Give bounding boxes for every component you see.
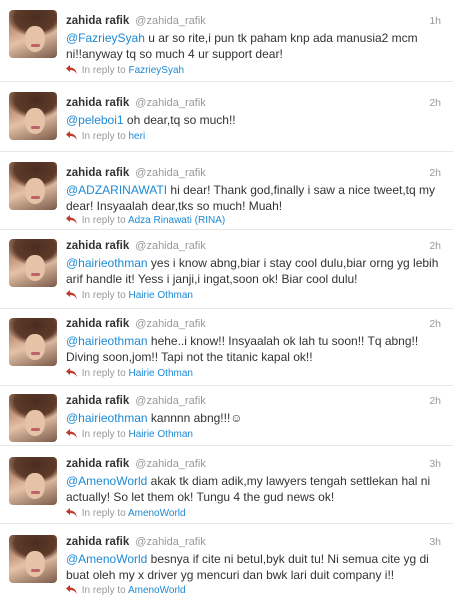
tweet-text: @AmenoWorld besnya if cite ni betul,byk … bbox=[66, 551, 439, 583]
tweet-mention[interactable]: @hairieothman bbox=[66, 411, 148, 425]
reply-arrow-icon bbox=[66, 65, 77, 74]
tweet-header: zahida rafik @zahida_rafik 2h bbox=[66, 317, 443, 333]
in-reply-to-prefix: In reply to bbox=[81, 508, 126, 519]
tweet-author-name[interactable]: zahida rafik bbox=[66, 458, 129, 470]
tweet-text: @hairieothman kannnn abng!!!☺ bbox=[66, 410, 439, 426]
tweet-item[interactable]: zahida rafik @zahida_rafik 1h @FazrieySya… bbox=[0, 0, 453, 82]
tweet-screen-name[interactable]: @zahida_rafik bbox=[135, 458, 205, 470]
avatar[interactable] bbox=[9, 318, 57, 366]
in-reply-to[interactable]: In reply to heri bbox=[66, 130, 145, 143]
reply-arrow-icon bbox=[66, 429, 77, 438]
tweet-author-name[interactable]: zahida rafik bbox=[66, 167, 129, 179]
tweet-author-name[interactable]: zahida rafik bbox=[66, 240, 129, 252]
tweet-screen-name[interactable]: @zahida_rafik bbox=[135, 15, 205, 27]
in-reply-to[interactable]: In reply to Adza Rinawati (RINA) bbox=[66, 214, 225, 227]
reply-arrow-icon bbox=[66, 290, 77, 299]
tweet-timestamp[interactable]: 2h bbox=[429, 96, 441, 110]
in-reply-to-user[interactable]: AmenoWorld bbox=[128, 508, 186, 519]
tweet-screen-name[interactable]: @zahida_rafik bbox=[135, 318, 205, 330]
tweet-timestamp[interactable]: 1h bbox=[429, 14, 441, 28]
tweet-text: @ADZARINAWATI hi dear! Thank god,finally… bbox=[66, 182, 439, 214]
tweet-mention[interactable]: @AmenoWorld bbox=[66, 474, 147, 488]
in-reply-to-user[interactable]: AmenoWorld bbox=[128, 585, 186, 596]
in-reply-to-prefix: In reply to bbox=[81, 368, 126, 379]
tweet-item[interactable]: zahida rafik @zahida_rafik 3h @AmenoWorld… bbox=[0, 524, 453, 600]
in-reply-to[interactable]: In reply to Hairie Othman bbox=[66, 289, 193, 302]
tweet-item[interactable]: zahida rafik @zahida_rafik 3h @AmenoWorld… bbox=[0, 446, 453, 524]
tweet-header: zahida rafik @zahida_rafik 2h bbox=[66, 394, 443, 410]
tweet-item[interactable]: zahida rafik @zahida_rafik 2h @hairieothm… bbox=[0, 230, 453, 309]
tweet-item[interactable]: zahida rafik @zahida_rafik 2h @ADZARINAWA… bbox=[0, 152, 453, 230]
in-reply-to[interactable]: In reply to AmenoWorld bbox=[66, 584, 186, 597]
reply-arrow-icon bbox=[66, 368, 77, 377]
in-reply-to-prefix: In reply to bbox=[81, 585, 126, 596]
tweet-item[interactable]: zahida rafik @zahida_rafik 2h @hairieothm… bbox=[0, 386, 453, 446]
in-reply-to-user[interactable]: Hairie Othman bbox=[128, 429, 192, 440]
in-reply-to-user[interactable]: Hairie Othman bbox=[128, 290, 192, 301]
tweet-mention[interactable]: @ADZARINAWATI bbox=[66, 183, 167, 197]
tweet-screen-name[interactable]: @zahida_rafik bbox=[135, 97, 205, 109]
reply-arrow-icon bbox=[66, 585, 77, 594]
tweet-header: zahida rafik @zahida_rafik 3h bbox=[66, 535, 443, 551]
tweet-item[interactable]: zahida rafik @zahida_rafik 2h @peleboi1 o… bbox=[0, 82, 453, 152]
tweet-text: @AmenoWorld akak tk diam adik,my lawyers… bbox=[66, 473, 439, 505]
avatar[interactable] bbox=[9, 10, 57, 58]
tweet-header: zahida rafik @zahida_rafik 3h bbox=[66, 457, 443, 473]
reply-arrow-icon bbox=[66, 131, 77, 140]
in-reply-to-prefix: In reply to bbox=[81, 429, 126, 440]
tweet-text: @hairieothman yes i know abng,biar i sta… bbox=[66, 255, 439, 287]
tweet-text: @FazrieySyah u ar so rite,i pun tk paham… bbox=[66, 30, 439, 62]
tweet-author-name[interactable]: zahida rafik bbox=[66, 318, 129, 330]
tweet-header: zahida rafik @zahida_rafik 2h bbox=[66, 239, 443, 255]
in-reply-to[interactable]: In reply to FazrieySyah bbox=[66, 64, 184, 77]
tweet-item[interactable]: zahida rafik @zahida_rafik 2h @hairieothm… bbox=[0, 309, 453, 386]
tweet-body: kannnn abng!!!☺ bbox=[147, 411, 243, 425]
tweet-stream: zahida rafik @zahida_rafik 1h @FazrieySya… bbox=[0, 0, 453, 600]
tweet-timestamp[interactable]: 2h bbox=[429, 166, 441, 180]
tweet-header: zahida rafik @zahida_rafik 1h bbox=[66, 14, 443, 30]
tweet-author-name[interactable]: zahida rafik bbox=[66, 97, 129, 109]
tweet-author-name[interactable]: zahida rafik bbox=[66, 15, 129, 27]
tweet-mention[interactable]: @hairieothman bbox=[66, 334, 148, 348]
reply-arrow-icon bbox=[66, 508, 77, 517]
tweet-screen-name[interactable]: @zahida_rafik bbox=[135, 240, 205, 252]
avatar[interactable] bbox=[9, 162, 57, 210]
in-reply-to-user[interactable]: Adza Rinawati (RINA) bbox=[128, 215, 225, 226]
tweet-timestamp[interactable]: 2h bbox=[429, 317, 441, 331]
avatar[interactable] bbox=[9, 457, 57, 505]
tweet-timestamp[interactable]: 3h bbox=[429, 535, 441, 549]
tweet-mention[interactable]: @FazrieySyah bbox=[66, 31, 145, 45]
tweet-author-name[interactable]: zahida rafik bbox=[66, 395, 129, 407]
in-reply-to-prefix: In reply to bbox=[81, 215, 126, 226]
in-reply-to-user[interactable]: Hairie Othman bbox=[128, 368, 192, 379]
tweet-timestamp[interactable]: 2h bbox=[429, 394, 441, 408]
avatar[interactable] bbox=[9, 394, 57, 442]
tweet-screen-name[interactable]: @zahida_rafik bbox=[135, 536, 205, 548]
in-reply-to[interactable]: In reply to AmenoWorld bbox=[66, 507, 186, 520]
tweet-body: oh dear,tq so much!! bbox=[123, 113, 236, 127]
in-reply-to-prefix: In reply to bbox=[81, 65, 126, 76]
tweet-header: zahida rafik @zahida_rafik 2h bbox=[66, 166, 443, 182]
tweet-text: @hairieothman hehe..i know!! Insyaalah o… bbox=[66, 333, 439, 365]
in-reply-to-user[interactable]: heri bbox=[128, 131, 145, 142]
tweet-mention[interactable]: @peleboi1 bbox=[66, 113, 124, 127]
tweet-mention[interactable]: @hairieothman bbox=[66, 256, 148, 270]
tweet-mention[interactable]: @AmenoWorld bbox=[66, 552, 147, 566]
in-reply-to[interactable]: In reply to Hairie Othman bbox=[66, 428, 193, 441]
tweet-screen-name[interactable]: @zahida_rafik bbox=[135, 395, 205, 407]
in-reply-to-prefix: In reply to bbox=[81, 131, 126, 142]
avatar[interactable] bbox=[9, 239, 57, 287]
tweet-header: zahida rafik @zahida_rafik 2h bbox=[66, 96, 443, 112]
avatar[interactable] bbox=[9, 92, 57, 140]
reply-arrow-icon bbox=[66, 215, 77, 224]
in-reply-to-user[interactable]: FazrieySyah bbox=[128, 65, 184, 76]
avatar[interactable] bbox=[9, 535, 57, 583]
tweet-author-name[interactable]: zahida rafik bbox=[66, 536, 129, 548]
tweet-timestamp[interactable]: 2h bbox=[429, 239, 441, 253]
tweet-timestamp[interactable]: 3h bbox=[429, 457, 441, 471]
tweet-text: @peleboi1 oh dear,tq so much!! bbox=[66, 112, 439, 128]
in-reply-to-prefix: In reply to bbox=[81, 290, 126, 301]
in-reply-to[interactable]: In reply to Hairie Othman bbox=[66, 367, 193, 380]
tweet-screen-name[interactable]: @zahida_rafik bbox=[135, 167, 205, 179]
